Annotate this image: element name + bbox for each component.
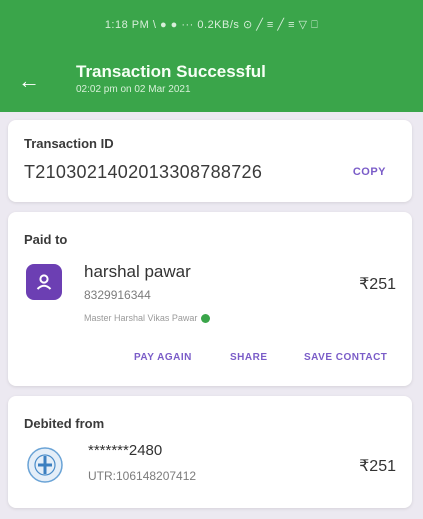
page-title: Transaction Successful — [76, 62, 266, 81]
debited-amount: ₹251 — [359, 458, 396, 475]
debited-from-card: Debited from *******2480 UTR:10614820741… — [8, 396, 412, 508]
paid-amount: ₹251 — [359, 276, 396, 293]
payee-registered-name: Master Harshal Vikas Pawar — [84, 313, 211, 323]
debit-account-number: *******2480 — [88, 442, 163, 459]
save-contact-button[interactable]: SAVE CONTACT — [304, 352, 387, 363]
copy-button[interactable]: COPY — [353, 166, 386, 178]
paid-to-card: Paid to harshal pawar 8329916344 Master … — [8, 212, 412, 386]
status-bar: 1:18 PM \ ● ● ··· 0.2KB/s ⊙ ╱ ≡ ╱ ≡ ▽ ⎕ — [0, 0, 423, 50]
app-bar: ← Transaction Successful 02:02 pm on 02 … — [0, 50, 423, 112]
transaction-id-value: T2103021402013308788726 — [24, 162, 263, 182]
payee-phone: 8329916344 — [84, 288, 151, 302]
utr-number: UTR:106148207412 — [88, 469, 197, 483]
payee-full-name: Master Harshal Vikas Pawar — [84, 313, 198, 323]
share-button[interactable]: SHARE — [230, 352, 268, 363]
transaction-id-label: Transaction ID — [24, 136, 114, 151]
status-bar-text: 1:18 PM \ ● ● ··· 0.2KB/s ⊙ ╱ ≡ ╱ ≡ ▽ ⎕ — [104, 19, 319, 31]
pay-again-button[interactable]: PAY AGAIN — [134, 352, 192, 363]
verified-icon — [201, 313, 211, 323]
transaction-id-card: Transaction ID T2103021402013308788726 C… — [8, 120, 412, 202]
user-icon — [36, 274, 52, 290]
bank-logo-icon — [27, 447, 63, 483]
debited-from-label: Debited from — [24, 416, 105, 431]
paid-to-label: Paid to — [24, 232, 68, 247]
back-arrow-icon: ← — [18, 68, 40, 93]
payee-avatar — [26, 264, 62, 300]
transaction-datetime: 02:02 pm on 02 Mar 2021 — [76, 84, 191, 95]
payee-name: harshal pawar — [84, 262, 191, 281]
back-button[interactable]: ← — [14, 66, 44, 96]
